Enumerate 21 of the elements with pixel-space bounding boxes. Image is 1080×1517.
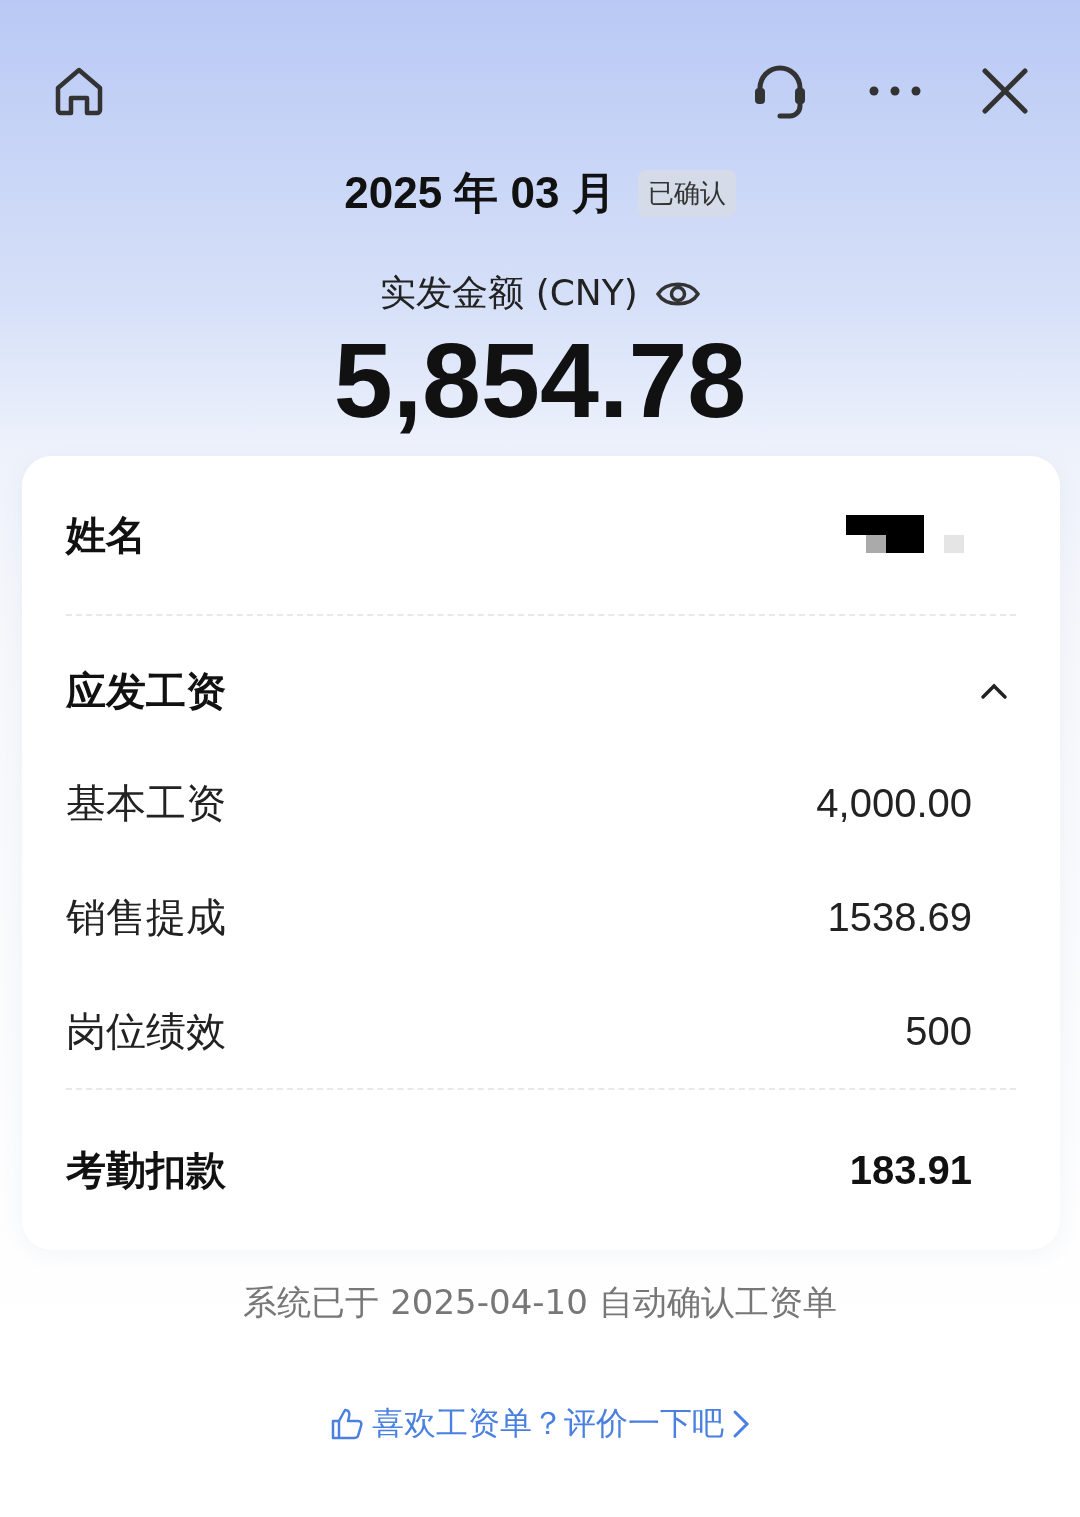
thumbs-up-icon[interactable] — [330, 1407, 364, 1441]
month-title: 2025 年 03 月 — [344, 167, 616, 219]
item-value: 4,000.00 — [816, 780, 972, 826]
net-pay-amount: 5,854.78 — [332, 320, 748, 440]
item-label: 基本工资 — [66, 778, 226, 828]
item-value: 500 — [905, 1008, 972, 1054]
item-value: 1538.69 — [827, 894, 972, 940]
row-label: 姓名 — [66, 510, 146, 560]
net-pay-label: 实发金额 (CNY) — [380, 271, 638, 315]
chevron-right-icon[interactable] — [732, 1409, 750, 1439]
feedback-link[interactable]: 喜欢工资单？评价一下吧 — [330, 1402, 750, 1446]
section-label: 应发工资 — [66, 666, 226, 716]
more-icon[interactable] — [868, 84, 922, 98]
footer-note: 系统已于 2025-04-10 自动确认工资单 — [242, 1281, 838, 1324]
status-badge: 已确认 — [637, 170, 736, 217]
item-label: 销售提成 — [66, 892, 226, 942]
deduction-value: 183.91 — [849, 1147, 972, 1193]
item-label: 岗位绩效 — [66, 1006, 226, 1056]
close-icon[interactable] — [982, 68, 1028, 114]
chevron-icon[interactable] — [980, 682, 1008, 700]
section-label: 考勤扣款 — [66, 1145, 226, 1195]
